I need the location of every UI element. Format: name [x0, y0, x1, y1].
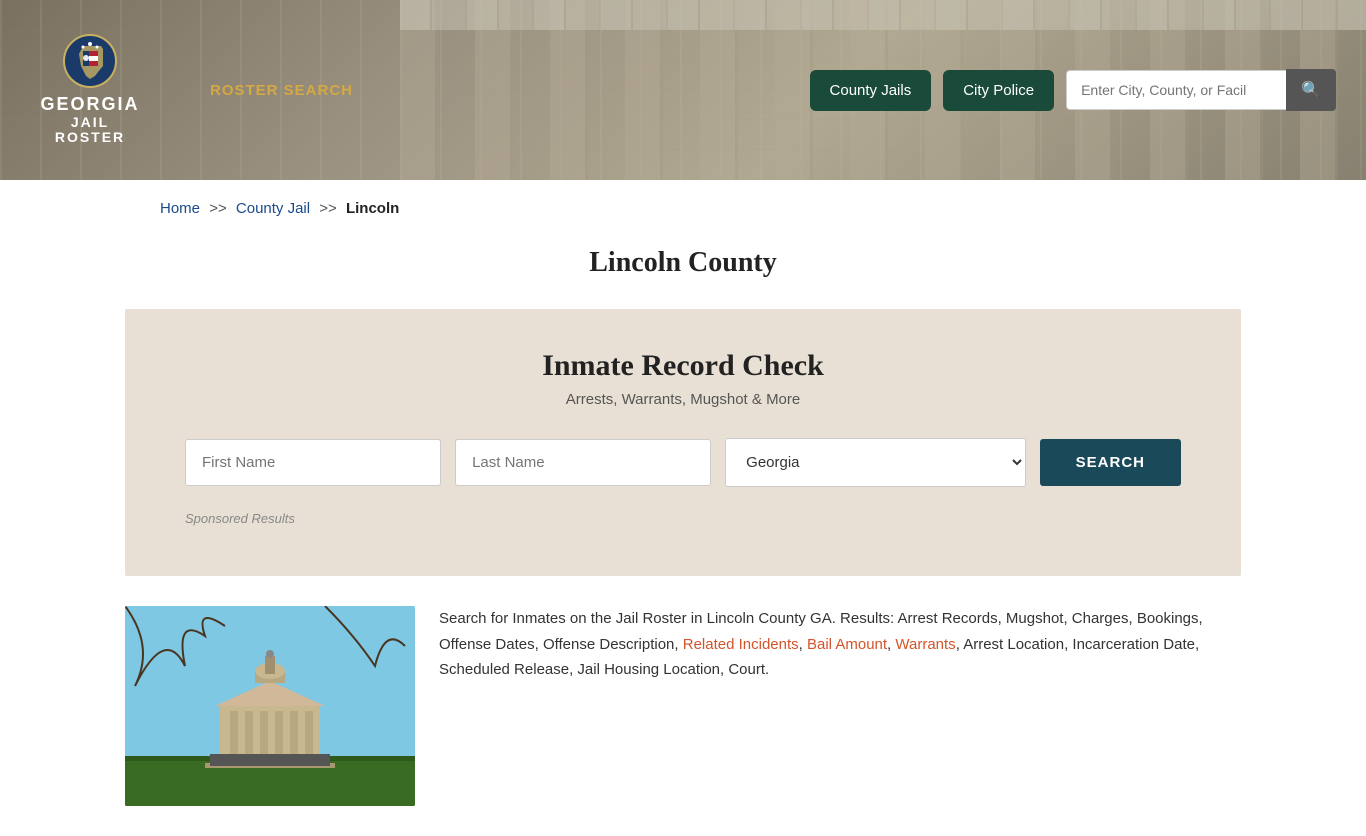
inmate-search-form: Georgia Alabama Florida Tennessee South … — [185, 438, 1181, 487]
breadcrumb-current: Lincoln — [346, 200, 399, 217]
breadcrumb-county-jail[interactable]: County Jail — [236, 200, 310, 217]
header-right-controls: County Jails City Police 🔍 — [810, 69, 1336, 111]
site-header: GEORGIA JAIL ROSTER ROSTER SEARCH County… — [0, 0, 1366, 180]
header-search-box: 🔍 — [1066, 69, 1336, 111]
highlight-related-incidents: Related Incidents — [683, 636, 799, 653]
header-search-button[interactable]: 🔍 — [1286, 69, 1336, 111]
page-title: Lincoln County — [0, 247, 1366, 279]
inmate-search-button[interactable]: SEARCH — [1040, 439, 1181, 486]
bottom-description: Search for Inmates on the Jail Roster in… — [439, 606, 1241, 683]
inmate-section-subtitle: Arrests, Warrants, Mugshot & More — [185, 391, 1181, 408]
roster-search-nav[interactable]: ROSTER SEARCH — [210, 82, 353, 99]
bottom-section: Search for Inmates on the Jail Roster in… — [0, 576, 1366, 836]
courthouse-image — [125, 606, 415, 806]
breadcrumb-sep-1: >> — [209, 200, 227, 217]
state-select[interactable]: Georgia Alabama Florida Tennessee South … — [725, 438, 1026, 487]
first-name-input[interactable] — [185, 439, 441, 486]
inmate-section-title: Inmate Record Check — [185, 349, 1181, 383]
sponsored-results-label: Sponsored Results — [185, 511, 1181, 526]
search-icon: 🔍 — [1301, 82, 1321, 99]
courthouse-svg — [125, 606, 415, 806]
breadcrumb-home[interactable]: Home — [160, 200, 200, 217]
logo-georgia: GEORGIA — [40, 95, 139, 115]
highlight-warrants: Warrants — [895, 636, 955, 653]
page-title-area: Lincoln County — [0, 237, 1366, 309]
last-name-input[interactable] — [455, 439, 711, 486]
breadcrumb-sep-2: >> — [319, 200, 337, 217]
header-search-input[interactable] — [1066, 70, 1286, 110]
georgia-state-icon — [63, 34, 118, 89]
breadcrumb: Home >> County Jail >> Lincoln — [0, 180, 1366, 237]
logo-jail: JAIL — [71, 115, 109, 130]
county-jails-button[interactable]: County Jails — [810, 70, 932, 111]
city-police-button[interactable]: City Police — [943, 70, 1054, 111]
logo-roster: ROSTER — [55, 130, 125, 145]
inmate-record-section: Inmate Record Check Arrests, Warrants, M… — [125, 309, 1241, 576]
highlight-bail-amount: Bail Amount — [807, 636, 887, 653]
logo-area: GEORGIA JAIL ROSTER — [30, 34, 150, 146]
